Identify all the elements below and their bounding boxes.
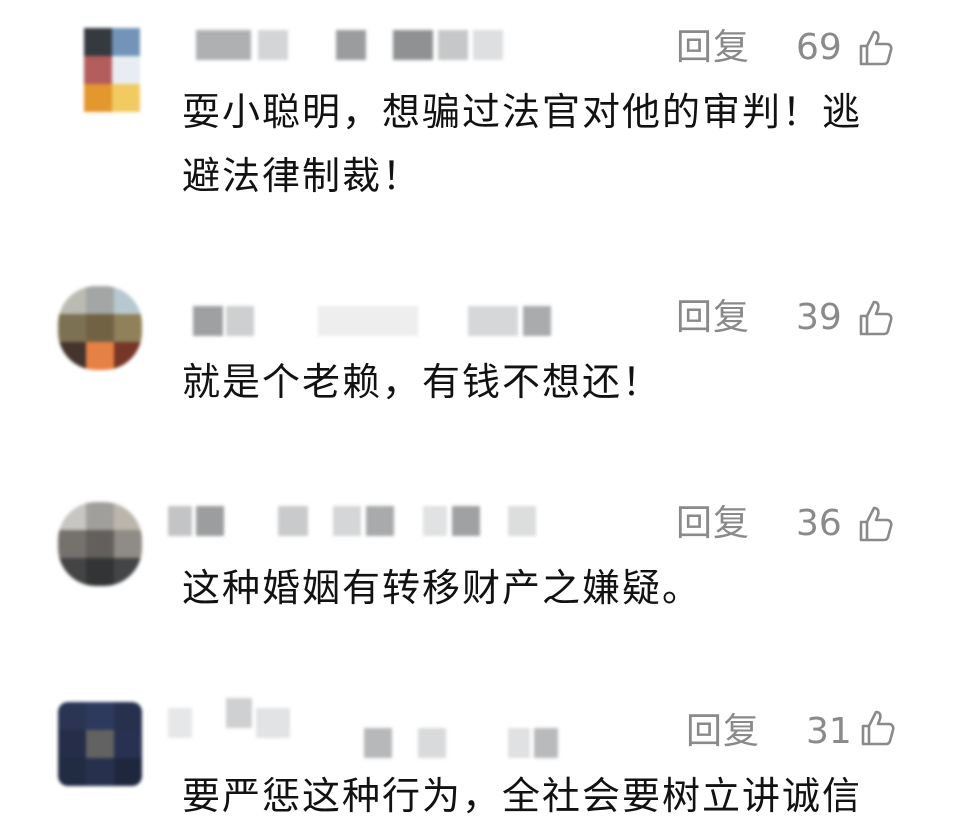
username[interactable] bbox=[168, 306, 558, 338]
thumbs-up-icon[interactable] bbox=[854, 298, 894, 338]
avatar[interactable] bbox=[58, 286, 142, 370]
thumbs-up-icon[interactable] bbox=[854, 28, 894, 68]
avatar[interactable] bbox=[58, 702, 142, 786]
username[interactable] bbox=[168, 698, 568, 758]
avatar[interactable] bbox=[58, 502, 142, 586]
username[interactable] bbox=[168, 30, 518, 62]
comment-text: 要严惩这种行为，全社会要树立讲诚信 bbox=[182, 774, 863, 818]
username[interactable] bbox=[168, 506, 568, 538]
comment-text: 这种婚姻有转移财产之嫌疑。 bbox=[182, 566, 703, 610]
like-count: 39 bbox=[796, 297, 842, 338]
comment-text: 耍小聪明，想骗过法官对他的审判！逃 bbox=[182, 90, 863, 134]
like-count: 69 bbox=[796, 27, 842, 68]
reply-button[interactable]: 回复 bbox=[676, 298, 750, 338]
reply-button[interactable]: 回复 bbox=[676, 504, 750, 544]
like-count: 31 bbox=[806, 711, 852, 752]
thumbs-up-icon[interactable] bbox=[854, 504, 894, 544]
avatar[interactable] bbox=[84, 28, 168, 112]
like-count: 36 bbox=[796, 503, 842, 544]
thumbs-up-icon[interactable] bbox=[856, 708, 896, 748]
reply-button[interactable]: 回复 bbox=[686, 712, 760, 752]
reply-button[interactable]: 回复 bbox=[676, 28, 750, 68]
comment-text: 避法律制裁！ bbox=[182, 154, 423, 198]
comment-text: 就是个老赖，有钱不想还！ bbox=[182, 360, 663, 404]
